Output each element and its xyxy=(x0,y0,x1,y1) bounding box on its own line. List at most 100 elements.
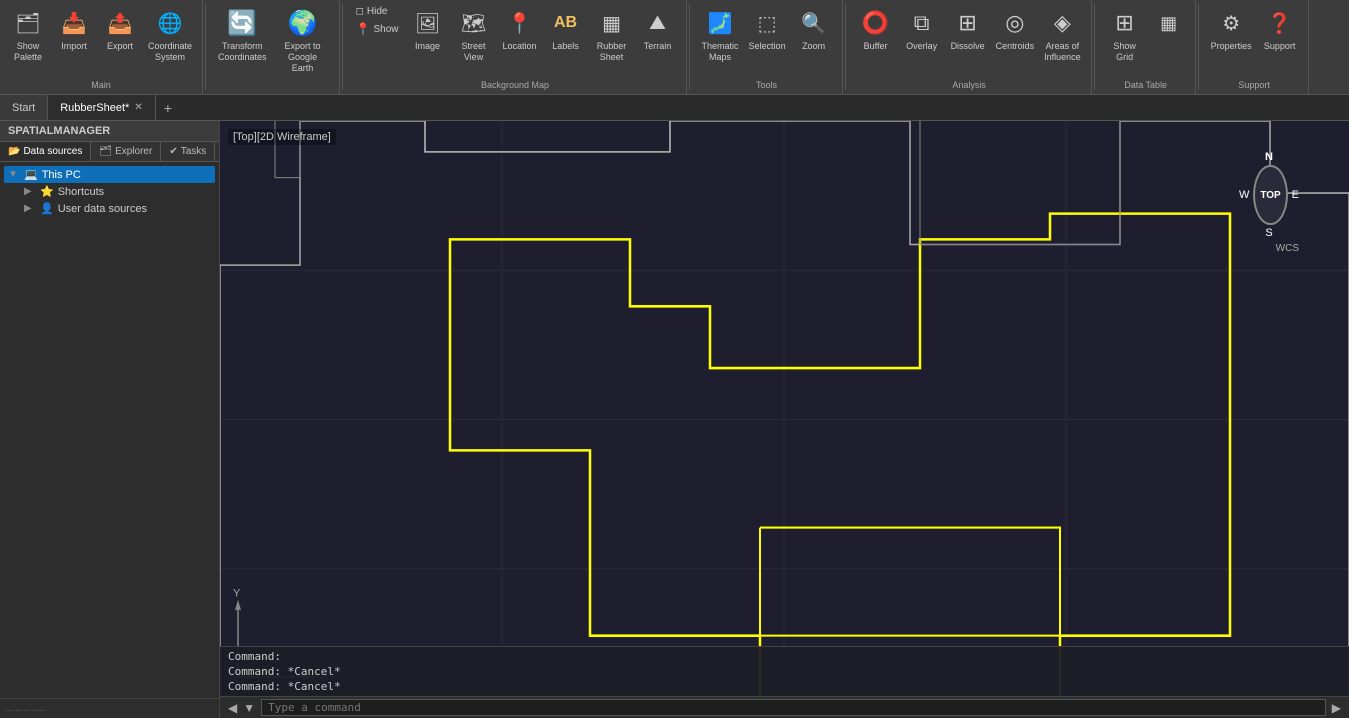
ribbon-group-tools: 🗾 ThematicMaps ⬚ Selection 🔍 Zoom Tools xyxy=(692,0,843,94)
support-icon: ❓ xyxy=(1264,7,1296,39)
svg-text:Y: Y xyxy=(233,587,241,599)
tab-rubbersheet-label: RubberSheet* xyxy=(60,102,129,114)
tab-rubbersheet-close[interactable]: ✕ xyxy=(134,102,142,113)
compass: N W TOP E S WCS xyxy=(1229,151,1309,251)
street-view-button[interactable]: 🗺 StreetView xyxy=(452,4,496,66)
tab-add-button[interactable]: + xyxy=(156,96,180,120)
show-grid-icon: ⊞ xyxy=(1109,7,1141,39)
export-google-earth-label: Export toGoogle Earth xyxy=(277,41,329,73)
areas-of-influence-icon: ◈ xyxy=(1046,7,1078,39)
thematic-maps-button[interactable]: 🗾 ThematicMaps xyxy=(698,4,743,66)
rubber-sheet-button[interactable]: ▦ RubberSheet xyxy=(590,4,634,66)
zoom-button[interactable]: 🔍 Zoom xyxy=(792,4,836,55)
analysis-group-label: Analysis xyxy=(952,80,986,90)
labels-label: Labels xyxy=(552,41,579,52)
thematic-maps-label: ThematicMaps xyxy=(702,41,739,63)
hide-button[interactable]: ◻ Hide xyxy=(351,4,404,19)
coordinate-system-button[interactable]: 🌐 CoordinateSystem xyxy=(144,4,196,66)
show-palette-label: ShowPalette xyxy=(14,41,42,63)
data-sources-icon: 📂 xyxy=(8,146,20,157)
status-icon-arrow[interactable]: ▼ xyxy=(243,701,255,715)
shortcuts-icon: ⭐ xyxy=(40,185,54,198)
data-table-group-items: ⊞ ShowGrid ▦ xyxy=(1103,4,1189,78)
show-palette-button[interactable]: 🗂 ShowPalette xyxy=(6,4,50,66)
transform-coordinates-button[interactable]: 🔄 TransformCoordinates xyxy=(214,4,271,66)
labels-button[interactable]: AB Labels xyxy=(544,4,588,55)
this-pc-expand: ▼ xyxy=(8,169,20,180)
tree-children: ▶ ⭐ Shortcuts ▶ 👤 User data sources xyxy=(20,183,215,217)
location-button[interactable]: 📍 Location xyxy=(498,4,542,55)
transform-coordinates-icon: 🔄 xyxy=(226,7,258,39)
image-button[interactable]: 🖼 Image xyxy=(406,4,450,55)
canvas-area[interactable]: [Top][2D Wireframe] xyxy=(220,121,1349,718)
overlay-button[interactable]: ⧉ Overlay xyxy=(900,4,944,55)
rubber-sheet-label: RubberSheet xyxy=(597,41,627,63)
tools-group-label: Tools xyxy=(756,80,777,90)
sidebar: SPATIALMANAGER 📂 Data sources 🗂 Explorer… xyxy=(0,121,220,718)
selection-button[interactable]: ⬚ Selection xyxy=(745,4,790,55)
selection-label: Selection xyxy=(749,41,786,52)
status-icon-left[interactable]: ◀ xyxy=(228,701,237,715)
dissolve-button[interactable]: ⊞ Dissolve xyxy=(946,4,990,55)
rubber-sheet-icon: ▦ xyxy=(596,7,628,39)
compass-e: E xyxy=(1292,189,1299,201)
background-map-group-items: ◻ Hide 📍 Show 🖼 Image 🗺 StreetView xyxy=(351,4,680,78)
overlay-icon: ⧉ xyxy=(906,7,938,39)
street-view-icon: 🗺 xyxy=(458,7,490,39)
hide-label: Hide xyxy=(367,6,388,17)
thematic-maps-icon: 🗾 xyxy=(704,7,736,39)
show-button[interactable]: 📍 Show xyxy=(351,20,404,38)
command-input[interactable] xyxy=(261,699,1326,716)
show-palette-icon: 🗂 xyxy=(12,7,44,39)
shortcuts-expand: ▶ xyxy=(24,186,36,197)
compass-circle[interactable]: TOP xyxy=(1253,165,1287,225)
sidebar-tabs: 📂 Data sources 🗂 Explorer ✔ Tasks xyxy=(0,142,219,162)
hide-show-col: ◻ Hide 📍 Show xyxy=(351,4,404,38)
tree-item-this-pc[interactable]: ▼ 💻 This PC xyxy=(4,166,215,183)
this-pc-icon: 💻 xyxy=(24,168,38,181)
overlay-label: Overlay xyxy=(906,41,937,52)
tree-item-shortcuts[interactable]: ▶ ⭐ Shortcuts xyxy=(20,183,215,200)
command-line-2: Command: *Cancel* xyxy=(228,664,1341,679)
import-label: Import xyxy=(61,41,87,52)
show-grid-button[interactable]: ⊞ ShowGrid xyxy=(1103,4,1147,66)
tab-rubbersheet[interactable]: RubberSheet* ✕ xyxy=(48,95,156,120)
export-google-earth-icon: 🌍 xyxy=(287,7,319,39)
import-button[interactable]: 📥 Import xyxy=(52,4,96,55)
status-bar: ◀ ▼ ▶ xyxy=(220,696,1349,718)
sidebar-header: SPATIALMANAGER xyxy=(0,121,219,142)
export-button[interactable]: 📤 Export xyxy=(98,4,142,55)
show-label: Show xyxy=(374,24,399,35)
centroids-icon: ◎ xyxy=(999,7,1031,39)
main-group-items: 🗂 ShowPalette 📥 Import 📤 Export 🌐 Coordi… xyxy=(6,4,196,78)
areas-of-influence-button[interactable]: ◈ Areas ofInfluence xyxy=(1040,4,1085,66)
data-table-extra-button[interactable]: ▦ xyxy=(1149,4,1189,44)
terrain-button[interactable]: ⛰ Terrain xyxy=(636,4,680,55)
background-map-group-label: Background Map xyxy=(481,80,549,90)
tab-start[interactable]: Start xyxy=(0,95,48,120)
properties-button[interactable]: ⚙ Properties xyxy=(1207,4,1256,55)
command-line-1: Command: xyxy=(228,649,1341,664)
sidebar-tab-explorer[interactable]: 🗂 Explorer xyxy=(91,142,161,161)
ribbon-group-transform: 🔄 TransformCoordinates 🌍 Export toGoogle… xyxy=(208,0,340,94)
ribbon: 🗂 ShowPalette 📥 Import 📤 Export 🌐 Coordi… xyxy=(0,0,1349,95)
data-sources-label: Data sources xyxy=(23,146,82,157)
this-pc-label: This PC xyxy=(42,169,81,181)
import-icon: 📥 xyxy=(58,7,90,39)
centroids-button[interactable]: ◎ Centroids xyxy=(992,4,1039,55)
shortcuts-label: Shortcuts xyxy=(58,186,104,198)
export-google-earth-button[interactable]: 🌍 Export toGoogle Earth xyxy=(273,4,333,76)
tab-bar: Start RubberSheet* ✕ + xyxy=(0,95,1349,121)
sidebar-tab-tasks[interactable]: ✔ Tasks xyxy=(161,142,215,161)
support-button[interactable]: ❓ Support xyxy=(1258,4,1302,55)
sidebar-footer: ............... xyxy=(0,698,219,718)
buffer-icon: ⭕ xyxy=(860,7,892,39)
sidebar-tab-data-sources[interactable]: 📂 Data sources xyxy=(0,142,91,161)
terrain-label: Terrain xyxy=(644,41,672,52)
command-area: Command: Command: *Cancel* Command: *Can… xyxy=(220,646,1349,696)
tree-item-user-data-sources[interactable]: ▶ 👤 User data sources xyxy=(20,200,215,217)
buffer-button[interactable]: ⭕ Buffer xyxy=(854,4,898,55)
status-icon-right[interactable]: ▶ xyxy=(1332,701,1341,715)
user-data-sources-expand: ▶ xyxy=(24,203,36,214)
data-table-extra-icon: ▦ xyxy=(1153,7,1185,39)
